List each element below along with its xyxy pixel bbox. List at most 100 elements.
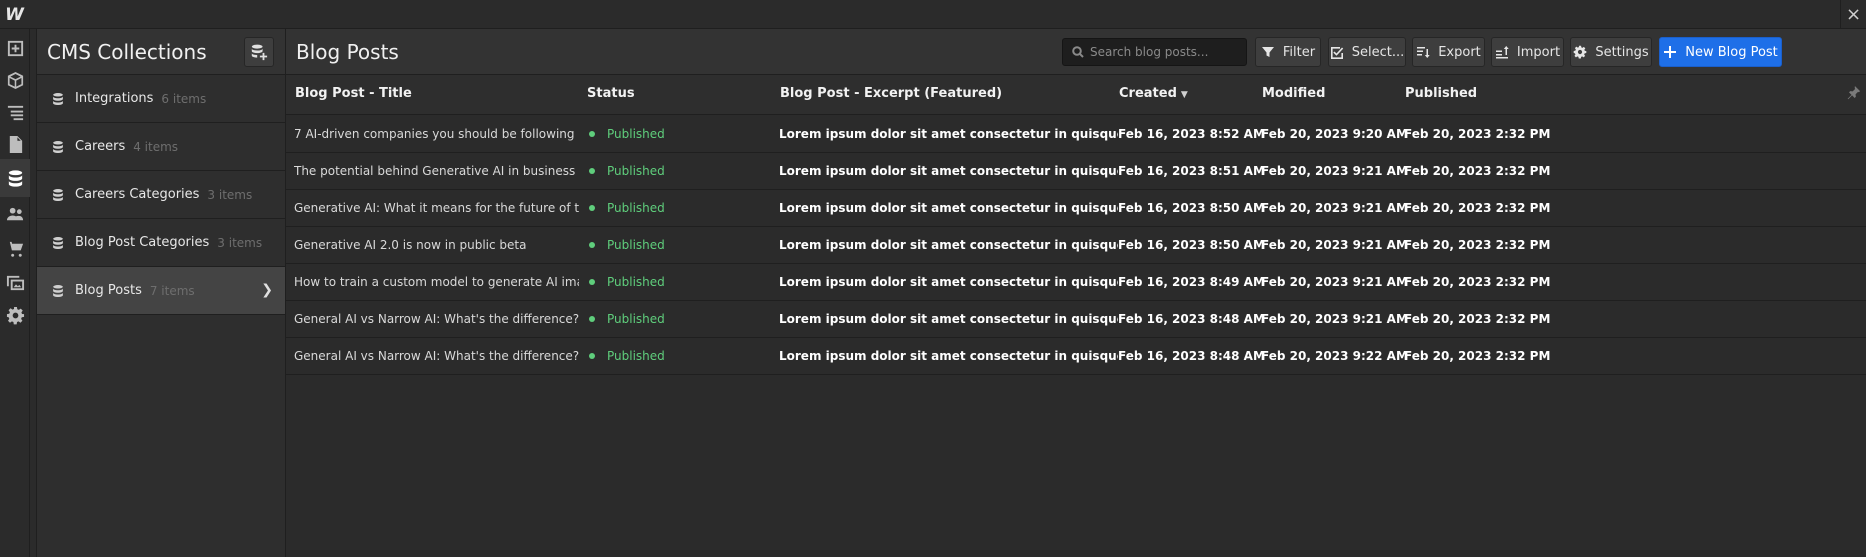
export-icon <box>1417 47 1430 58</box>
collection-item-blog-post-categories[interactable]: Blog Post Categories 3 items <box>37 219 285 267</box>
table-row[interactable]: How to train a custom model to generate … <box>286 264 1866 301</box>
created-header-label: Created <box>1119 86 1177 101</box>
cell-created: Feb 16, 2023 8:50 AM <box>1118 201 1265 215</box>
table-row[interactable]: Generative AI 2.0 is now in public beta … <box>286 227 1866 264</box>
search-box[interactable] <box>1062 38 1247 66</box>
cell-status: Published <box>586 275 665 289</box>
filter-button[interactable]: Filter <box>1255 37 1321 67</box>
cell-title: The potential behind Generative AI in bu… <box>294 164 576 178</box>
add-collection-button[interactable] <box>244 36 274 67</box>
cell-modified: Feb 20, 2023 9:21 AM <box>1261 275 1408 289</box>
ecommerce-button[interactable] <box>0 229 30 267</box>
column-header-excerpt[interactable]: Blog Post - Excerpt (Featured) <box>780 86 1002 101</box>
cell-published: Feb 20, 2023 2:32 PM <box>1404 275 1551 289</box>
database-icon <box>53 236 63 249</box>
cell-modified: Feb 20, 2023 9:20 AM <box>1261 127 1408 141</box>
table-row[interactable]: The potential behind Generative AI in bu… <box>286 153 1866 190</box>
column-header-status[interactable]: Status <box>587 86 635 101</box>
cell-created: Feb 16, 2023 8:51 AM <box>1118 164 1265 178</box>
select-label: Select... <box>1351 44 1405 60</box>
pages-button[interactable] <box>0 125 30 163</box>
cell-created: Feb 16, 2023 8:52 AM <box>1118 127 1265 141</box>
webflow-logo[interactable]: W <box>0 0 29 29</box>
pin-icon[interactable] <box>1846 85 1862 101</box>
cell-status: Published <box>586 164 665 178</box>
status-dot-icon <box>589 279 595 285</box>
cell-status: Published <box>586 127 665 141</box>
table-header: Blog Post - Title Status Blog Post - Exc… <box>286 75 1866 115</box>
pages-icon <box>9 135 22 153</box>
cell-published: Feb 20, 2023 2:32 PM <box>1404 127 1551 141</box>
cell-excerpt: Lorem ipsum dolor sit amet consectetur i… <box>779 164 1118 178</box>
column-header-title[interactable]: Blog Post - Title <box>295 86 412 101</box>
status-text: Published <box>607 201 665 215</box>
cell-modified: Feb 20, 2023 9:21 AM <box>1261 201 1408 215</box>
settings-rail-button[interactable] <box>0 296 30 334</box>
cms-button[interactable] <box>0 159 30 197</box>
sort-desc-icon: ▼ <box>1180 90 1188 100</box>
collection-name: Blog Post Categories <box>75 235 210 250</box>
status-text: Published <box>607 127 665 141</box>
import-label: Import <box>1516 44 1561 60</box>
cell-excerpt: Lorem ipsum dolor sit amet consectetur i… <box>779 349 1118 363</box>
column-header-modified[interactable]: Modified <box>1262 86 1325 101</box>
cell-excerpt: Lorem ipsum dolor sit amet consectetur i… <box>779 238 1118 252</box>
collection-item-careers-categories[interactable]: Careers Categories 3 items <box>37 171 285 219</box>
search-input[interactable] <box>1090 45 1240 59</box>
close-button[interactable]: × <box>1840 0 1866 29</box>
main-header: Blog Posts Filter Select... Export Impor… <box>286 29 1866 75</box>
collection-item-careers[interactable]: Careers 4 items <box>37 123 285 171</box>
collection-item-blog-posts[interactable]: Blog Posts 7 items ❯ <box>37 267 285 315</box>
cell-created: Feb 16, 2023 8:48 AM <box>1118 312 1265 326</box>
new-blog-post-label: New Blog Post <box>1685 44 1778 60</box>
table-row[interactable]: General AI vs Narrow AI: What's the diff… <box>286 338 1866 375</box>
export-label: Export <box>1438 44 1481 60</box>
assets-icon <box>6 275 24 290</box>
pin-svg <box>1847 85 1861 100</box>
collection-name: Careers Categories <box>75 187 200 202</box>
cell-status: Published <box>586 201 665 215</box>
cell-created: Feb 16, 2023 8:50 AM <box>1118 238 1265 252</box>
column-header-created[interactable]: Created ▼ <box>1119 86 1188 101</box>
users-button[interactable] <box>0 195 30 233</box>
settings-button[interactable]: Settings <box>1570 37 1652 67</box>
collections-list: Integrations 6 items Careers 4 items Car… <box>37 75 285 315</box>
collection-name: Blog Posts <box>75 283 142 298</box>
status-text: Published <box>607 238 665 252</box>
filter-label: Filter <box>1282 44 1316 60</box>
database-icon <box>53 92 63 105</box>
cell-status: Published <box>586 238 665 252</box>
cell-status: Published <box>586 312 665 326</box>
status-dot-icon <box>589 353 595 359</box>
database-icon <box>53 140 63 153</box>
cell-excerpt: Lorem ipsum dolor sit amet consectetur i… <box>779 275 1118 289</box>
navigator-icon <box>7 105 23 120</box>
status-text: Published <box>607 164 665 178</box>
export-button[interactable]: Export <box>1412 37 1485 67</box>
select-button[interactable]: Select... <box>1328 37 1406 67</box>
main-panel: Blog Posts Filter Select... Export Impor… <box>286 29 1866 557</box>
database-icon <box>53 188 63 201</box>
cell-published: Feb 20, 2023 2:32 PM <box>1404 349 1551 363</box>
table-row[interactable]: Generative AI: What it means for the fut… <box>286 190 1866 227</box>
table-row[interactable]: General AI vs Narrow AI: What's the diff… <box>286 301 1866 338</box>
collection-item-integrations[interactable]: Integrations 6 items <box>37 75 285 123</box>
status-text: Published <box>607 349 665 363</box>
import-button[interactable]: Import <box>1491 37 1564 67</box>
column-header-published[interactable]: Published <box>1405 86 1477 101</box>
cell-modified: Feb 20, 2023 9:22 AM <box>1261 349 1408 363</box>
table-row[interactable]: 7 AI-driven companies you should be foll… <box>286 116 1866 153</box>
cell-published: Feb 20, 2023 2:32 PM <box>1404 201 1551 215</box>
status-dot-icon <box>589 316 595 322</box>
collection-count: 7 items <box>149 283 195 298</box>
cell-modified: Feb 20, 2023 9:21 AM <box>1261 164 1408 178</box>
cell-published: Feb 20, 2023 2:32 PM <box>1404 312 1551 326</box>
search-icon <box>1072 46 1084 58</box>
collections-title: CMS Collections <box>47 39 207 64</box>
status-dot-icon <box>589 168 595 174</box>
top-bar: W × <box>0 0 1866 29</box>
gear-icon <box>1574 45 1587 59</box>
cell-title: Generative AI: What it means for the fut… <box>294 201 579 215</box>
new-blog-post-button[interactable]: New Blog Post <box>1659 37 1782 67</box>
settings-gear-icon <box>6 306 24 324</box>
